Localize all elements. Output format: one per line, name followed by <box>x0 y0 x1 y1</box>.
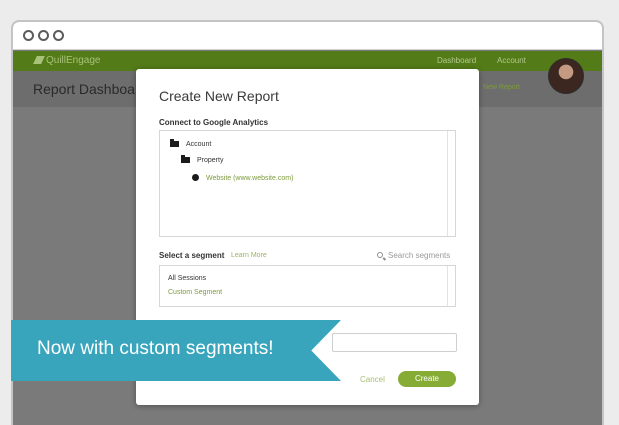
brand-logo[interactable]: QuillEngage <box>33 55 101 66</box>
search-icon <box>377 252 383 258</box>
window-minimize-dot[interactable] <box>38 30 49 41</box>
app-topbar: QuillEngage Dashboard Account <box>13 51 602 71</box>
tree-item-label: Website (www.website.com) <box>206 175 294 182</box>
folder-icon <box>170 139 179 147</box>
segment-list: All Sessions Custom Segment <box>159 265 456 307</box>
nav-account-link[interactable]: Account <box>497 56 526 65</box>
tree-item-property[interactable]: Property <box>181 155 224 164</box>
promo-banner: Now with custom segments! <box>11 320 341 381</box>
globe-icon <box>192 174 199 181</box>
report-name-input[interactable] <box>332 333 457 352</box>
promo-banner-text: Now with custom segments! <box>37 338 274 359</box>
segment-scrollbar[interactable] <box>447 266 455 306</box>
quill-icon <box>33 56 45 64</box>
window-maximize-dot[interactable] <box>53 30 64 41</box>
brand-name: QuillEngage <box>46 55 101 66</box>
segment-label: Select a segment <box>159 251 225 260</box>
page-title: Report Dashboard <box>33 81 148 97</box>
cancel-button[interactable]: Cancel <box>360 375 385 384</box>
window-close-dot[interactable] <box>23 30 34 41</box>
tree-item-website[interactable]: Website (www.website.com) <box>192 174 293 182</box>
modal-title: Create New Report <box>159 88 279 104</box>
browser-chrome <box>13 22 602 50</box>
tree-item-account[interactable]: Account <box>170 139 212 148</box>
connect-label: Connect to Google Analytics <box>159 118 269 127</box>
analytics-tree: Account Property Website (www.website.co… <box>159 130 456 237</box>
nav-dashboard-link[interactable]: Dashboard <box>437 56 476 65</box>
new-report-link[interactable]: New Report <box>483 84 520 91</box>
search-segments-placeholder: Search segments <box>388 251 451 260</box>
create-button[interactable]: Create <box>398 371 456 387</box>
avatar[interactable] <box>548 58 584 94</box>
tree-item-label: Property <box>197 157 224 164</box>
learn-more-link[interactable]: Learn More <box>231 252 267 259</box>
segment-item-all-sessions[interactable]: All Sessions <box>168 275 206 282</box>
tree-scrollbar[interactable] <box>447 131 455 236</box>
segment-item-custom[interactable]: Custom Segment <box>168 289 222 296</box>
search-segments[interactable]: Search segments <box>377 251 450 260</box>
tree-item-label: Account <box>186 141 212 148</box>
folder-icon <box>181 155 190 163</box>
